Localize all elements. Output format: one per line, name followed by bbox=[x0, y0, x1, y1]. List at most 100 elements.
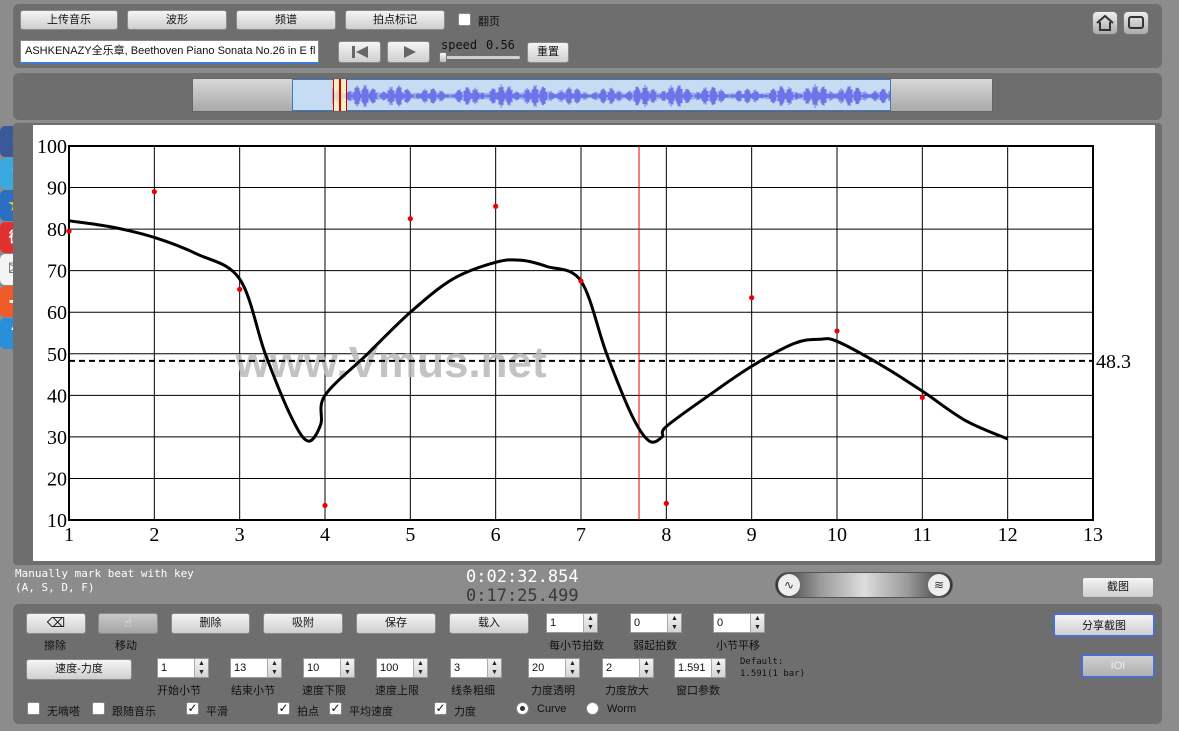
tempo-dynamics-button[interactable]: 速度-力度 bbox=[26, 659, 132, 680]
curve-label: Curve bbox=[537, 703, 567, 715]
tempo-chart: 1 2 3 4 5 6 7 8 9 10 11 12 13102030405060708090100ww… bbox=[37, 136, 1131, 546]
x-tick-label: 11 bbox=[913, 524, 932, 546]
beat-point bbox=[493, 203, 499, 209]
x-tick-label: 9 bbox=[747, 524, 757, 546]
stepper-arrows-icon[interactable]: ▲ ▼ bbox=[194, 659, 208, 677]
screenshot-button[interactable]: 截图 bbox=[1082, 577, 1154, 598]
pickup-beats-stepper[interactable]: 0 ▲ ▼ bbox=[630, 613, 682, 633]
speed-slider-track[interactable] bbox=[441, 56, 520, 59]
smooth-checkbox[interactable]: ✓ bbox=[186, 702, 199, 715]
beat-point bbox=[151, 189, 157, 195]
waveform-button[interactable]: 波形 bbox=[127, 10, 227, 30]
tempo-max-stepper[interactable]: 100 ▲ ▼ bbox=[376, 658, 428, 678]
start-bar-stepper[interactable]: 1 ▲ ▼ bbox=[157, 658, 209, 678]
line-width-label: 线条粗细 bbox=[451, 685, 495, 697]
waveform-playhead[interactable] bbox=[333, 79, 347, 111]
pickup-beats-label: 弱起拍数 bbox=[633, 640, 677, 652]
tempo-min-stepper[interactable]: 10 ▲ ▼ bbox=[303, 658, 355, 678]
ioi-button[interactable]: IOI bbox=[1081, 654, 1155, 678]
stepper-arrows-icon[interactable]: ▲ ▼ bbox=[340, 659, 354, 677]
play-button[interactable] bbox=[387, 41, 430, 63]
stepper-arrows-icon[interactable]: ▲ ▼ bbox=[711, 659, 725, 677]
zoom-out-icon[interactable]: ∿ bbox=[778, 574, 800, 596]
beat-points-checkbox[interactable]: ✓ bbox=[277, 702, 290, 715]
x-tick-label: 7 bbox=[576, 524, 586, 546]
bar-shift-stepper[interactable]: 0 ▲ ▼ bbox=[713, 613, 765, 633]
chart-canvas[interactable]: 1 2 3 4 5 6 7 8 9 10 11 12 13 10 20 30 40 50 60 70 80 90 100 ww… bbox=[33, 125, 1155, 561]
tempo-curve bbox=[68, 219, 1009, 444]
dynamics-alpha-stepper[interactable]: 20 ▲ ▼ bbox=[528, 658, 580, 678]
snap-button[interactable]: 吸附 bbox=[263, 613, 343, 634]
x-tick-label: 12 bbox=[998, 524, 1018, 546]
flip-page-checkbox[interactable] bbox=[458, 13, 471, 26]
no-ticking-checkbox[interactable] bbox=[27, 702, 40, 715]
speed-slider-handle[interactable] bbox=[439, 52, 447, 63]
line-width-stepper[interactable]: 3 ▲ ▼ bbox=[450, 658, 502, 678]
skip-back-icon bbox=[351, 46, 368, 58]
window-param-label: 窗口参数 bbox=[676, 685, 720, 697]
default-hint-line2: 1.591(1 bar) bbox=[740, 669, 806, 679]
dynamics-alpha-label: 力度透明 bbox=[531, 685, 575, 697]
beat-mark-button[interactable]: 拍点标记 bbox=[345, 10, 445, 30]
stepper-arrows-icon[interactable]: ▲ ▼ bbox=[639, 659, 653, 677]
play-icon bbox=[403, 46, 416, 58]
erase-tool-button[interactable]: ⌫ bbox=[26, 613, 86, 634]
worm-radio[interactable] bbox=[586, 702, 599, 715]
dynamics-checkbox[interactable]: ✓ bbox=[434, 702, 447, 715]
erase-label: 擦除 bbox=[44, 640, 66, 652]
load-button[interactable]: 载入 bbox=[449, 613, 529, 634]
follow-music-checkbox[interactable] bbox=[92, 702, 105, 715]
stepper-arrows-icon[interactable]: ▲ ▼ bbox=[487, 659, 501, 677]
average-tempo-checkbox[interactable]: ✓ bbox=[329, 702, 342, 715]
follow-music-label: 跟随音乐 bbox=[112, 706, 156, 718]
dynamics-zoom-label: 力度放大 bbox=[605, 685, 649, 697]
track-title-input[interactable]: ASHKENAZY全乐章, Beethoven Piano Sonata No.… bbox=[20, 40, 319, 64]
beats-per-bar-label: 每小节拍数 bbox=[549, 640, 604, 652]
spectrum-button[interactable]: 频谱 bbox=[236, 10, 336, 30]
y-tick-label: 30 bbox=[47, 427, 67, 449]
beat-point bbox=[919, 394, 925, 401]
beats-per-bar-stepper[interactable]: 1 ▲ ▼ bbox=[546, 613, 598, 633]
x-tick-label: 4 bbox=[320, 524, 330, 546]
home-icon[interactable] bbox=[1092, 11, 1118, 35]
worm-label: Worm bbox=[607, 703, 637, 715]
waveform-graphic bbox=[332, 84, 890, 108]
stepper-arrows-icon[interactable]: ▲ ▼ bbox=[583, 614, 597, 632]
stepper-arrows-icon[interactable]: ▲ ▼ bbox=[267, 659, 281, 677]
watermark: www.Vmus.net bbox=[234, 338, 547, 387]
stepper-arrows-icon[interactable]: ▲ ▼ bbox=[667, 614, 681, 632]
current-time: 0:02:32.854 bbox=[466, 567, 579, 587]
waveform-selection[interactable] bbox=[292, 79, 891, 111]
window-param-stepper[interactable]: 1.591 ▲ ▼ bbox=[674, 658, 726, 678]
delete-button[interactable]: 删除 bbox=[171, 613, 250, 634]
end-bar-stepper[interactable]: 13 ▲ ▼ bbox=[230, 658, 282, 678]
stepper-arrows-icon[interactable]: ▲ ▼ bbox=[750, 614, 764, 632]
total-time: 0:17:25.499 bbox=[466, 586, 579, 606]
eraser-icon: ⌫ bbox=[46, 615, 66, 630]
tempo-min-label: 速度下限 bbox=[302, 685, 346, 697]
stepper-arrows-icon[interactable]: ▲ ▼ bbox=[413, 659, 427, 677]
beat-point bbox=[237, 286, 243, 292]
skip-to-start-button[interactable] bbox=[338, 41, 381, 63]
share-screenshot-button[interactable]: 分享截图 bbox=[1053, 613, 1155, 637]
y-tick-label: 20 bbox=[47, 468, 67, 490]
zoom-in-icon[interactable]: ≋ bbox=[928, 574, 950, 596]
upload-music-button[interactable]: 上传音乐 bbox=[20, 10, 118, 30]
move-tool-button[interactable]: ☝ bbox=[98, 613, 158, 634]
curve-radio[interactable] bbox=[516, 702, 529, 715]
speed-value: 0.56 bbox=[486, 38, 515, 52]
x-tick-label: 6 bbox=[491, 524, 501, 546]
x-tick-label: 2 bbox=[149, 524, 159, 546]
save-button[interactable]: 保存 bbox=[356, 613, 436, 634]
fullscreen-icon[interactable] bbox=[1123, 11, 1149, 35]
hint-text-line1: Manually mark beat with key bbox=[15, 567, 194, 580]
waveform-zoom-slider[interactable]: ∿ ≋ bbox=[775, 572, 953, 598]
smooth-label: 平滑 bbox=[206, 706, 228, 718]
beat-point bbox=[322, 502, 328, 509]
stepper-arrows-icon[interactable]: ▲ ▼ bbox=[565, 659, 579, 677]
y-tick-label: 10 bbox=[47, 510, 67, 532]
dynamics-zoom-stepper[interactable]: 2 ▲ ▼ bbox=[602, 658, 654, 678]
speed-label: speed bbox=[441, 38, 478, 52]
reset-speed-button[interactable]: 重置 bbox=[527, 42, 569, 63]
hand-icon: ☝ bbox=[124, 615, 132, 630]
